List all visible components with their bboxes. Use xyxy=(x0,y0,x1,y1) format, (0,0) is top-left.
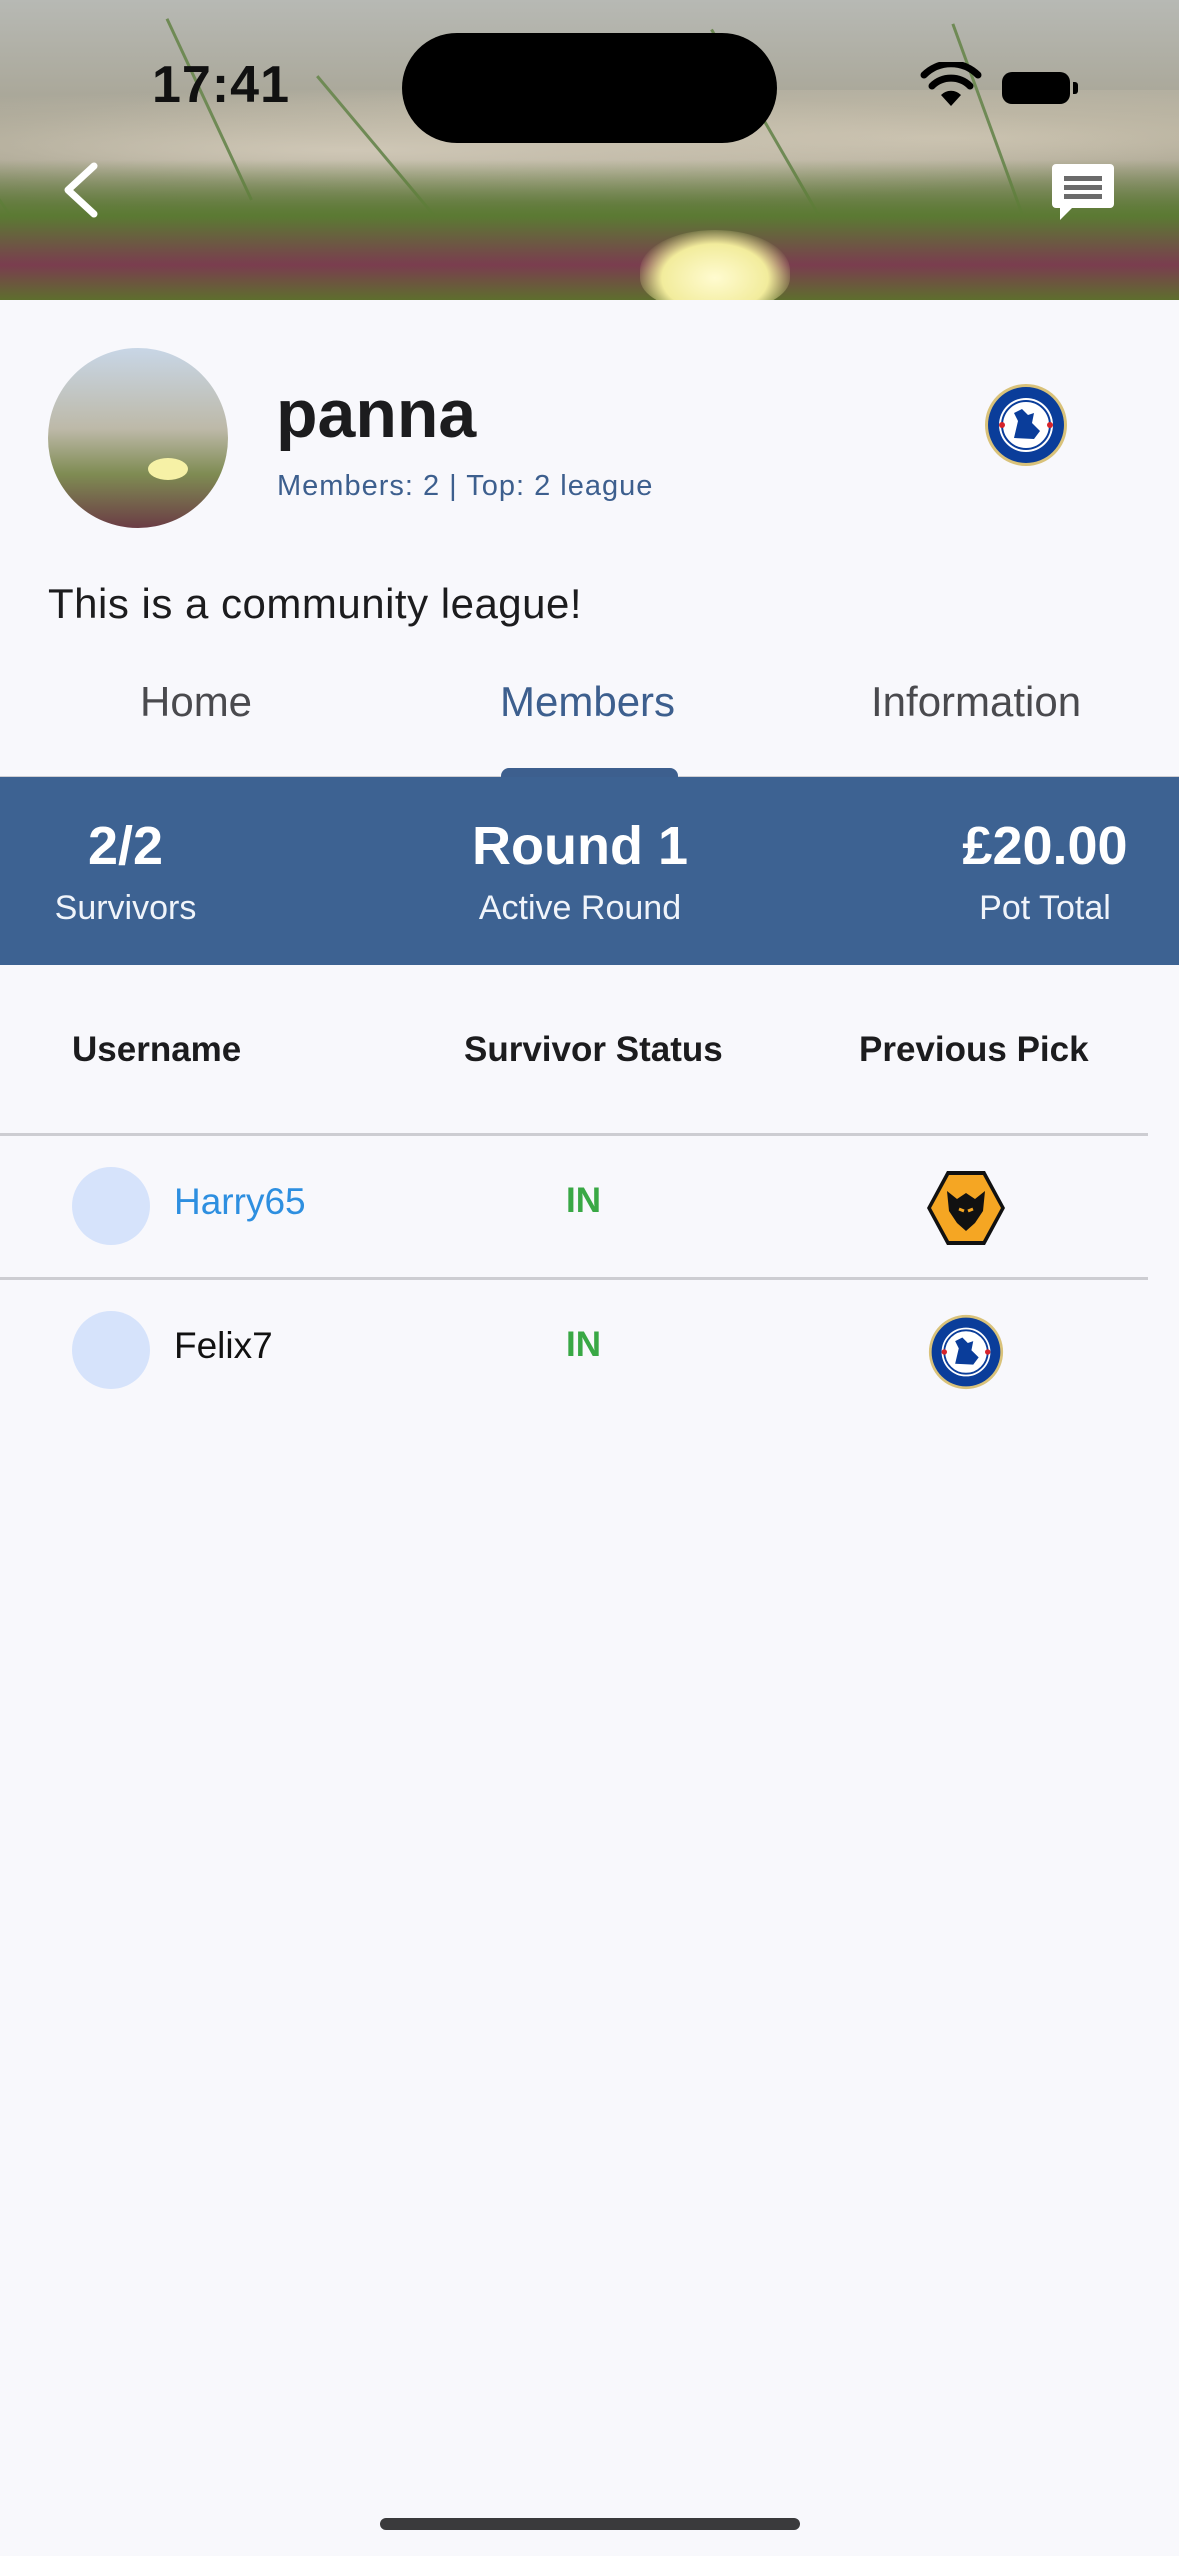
wolves-crest-icon xyxy=(927,1171,1005,1245)
league-stats-bar: 2/2 Survivors Round 1 Active Round £20.0… xyxy=(0,777,1179,965)
league-description: This is a community league! xyxy=(48,580,583,627)
table-divider xyxy=(0,1133,1148,1136)
chelsea-crest-icon xyxy=(928,1314,1004,1390)
wifi-icon xyxy=(920,62,982,106)
survivor-status: IN xyxy=(566,1181,601,1220)
dynamic-island xyxy=(402,33,777,143)
round-stat: Round 1 Active Round xyxy=(460,819,700,925)
battery-icon xyxy=(1002,72,1078,104)
pot-stat: £20.00 Pot Total xyxy=(940,819,1150,925)
league-name: panna xyxy=(276,376,477,452)
banner-plants xyxy=(0,160,1179,300)
tab-information[interactable]: Information xyxy=(871,678,1081,726)
column-header-username: Username xyxy=(72,1030,242,1069)
member-username[interactable]: Harry65 xyxy=(174,1181,306,1223)
tab-home[interactable]: Home xyxy=(140,678,252,726)
survivor-status: IN xyxy=(566,1325,601,1364)
league-avatar xyxy=(48,348,228,528)
round-value: Round 1 xyxy=(472,816,688,876)
member-username[interactable]: Felix7 xyxy=(174,1325,273,1367)
column-header-previous-pick: Previous Pick xyxy=(859,1030,1089,1069)
avatar xyxy=(72,1311,150,1389)
table-divider xyxy=(0,1277,1148,1280)
survivors-value: 2/2 xyxy=(87,816,164,876)
pot-value: £20.00 xyxy=(962,816,1128,876)
chelsea-crest-icon[interactable] xyxy=(984,383,1068,467)
survivors-stat: 2/2 Survivors xyxy=(48,819,203,925)
tab-members[interactable]: Members xyxy=(500,678,675,726)
table-row[interactable]: Harry65 IN xyxy=(0,1137,1148,1277)
tab-bar: Home Members Information xyxy=(0,660,1179,779)
avatar xyxy=(72,1167,150,1245)
pot-label: Pot Total xyxy=(979,889,1111,927)
survivors-label: Survivors xyxy=(54,889,197,927)
chat-bubble-icon[interactable] xyxy=(1050,160,1116,226)
banner-flower xyxy=(640,230,790,300)
column-header-survivor-status: Survivor Status xyxy=(464,1030,723,1069)
league-meta: Members: 2 | Top: 2 league xyxy=(277,470,654,502)
back-chevron-icon[interactable] xyxy=(52,160,112,220)
home-indicator[interactable] xyxy=(380,2518,800,2530)
status-bar-time: 17:41 xyxy=(152,56,290,114)
table-row[interactable]: Felix7 IN xyxy=(0,1281,1148,1421)
round-label: Active Round xyxy=(478,889,682,927)
